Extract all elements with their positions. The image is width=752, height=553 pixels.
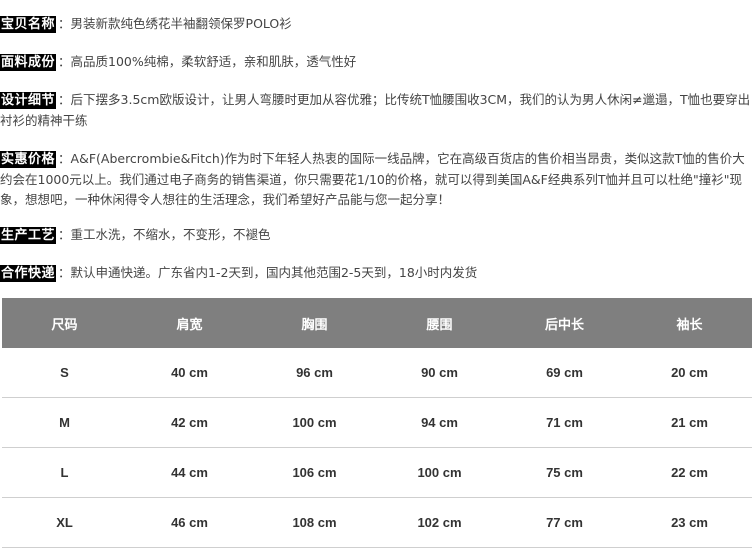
header-chest: 胸围 — [252, 298, 377, 348]
cell-back-length: 75 cm — [502, 447, 627, 498]
label-product-name: 宝贝名称 — [0, 16, 57, 33]
separator: ： — [58, 151, 71, 166]
value-fabric: 高品质100%纯棉，柔软舒适，亲和肌肤，透气性好 — [70, 54, 357, 69]
label-process: 生产工艺 — [0, 227, 57, 244]
header-size: 尺码 — [2, 298, 127, 348]
table-row: XL 46 cm 108 cm 102 cm 77 cm 23 cm — [2, 497, 752, 548]
value-price: A&F(Abercrombie&Fitch)作为时下年轻人热衷的国际一线品牌，它… — [0, 151, 745, 207]
cell-waist: 90 cm — [377, 348, 502, 398]
size-table: 尺码 肩宽 胸围 腰围 后中长 袖长 S 40 cm 96 cm 90 cm 6… — [2, 298, 752, 548]
value-shipping: 默认申通快递。广东省内1-2天到，国内其他范围2-5天到，18小时内发货 — [70, 265, 478, 280]
separator: ： — [58, 92, 71, 107]
cell-sleeve: 22 cm — [627, 447, 752, 498]
info-row-product-name: 宝贝名称 ：男装新款纯色绣花半袖翻领保罗POLO衫 — [0, 14, 752, 35]
info-row-shipping: 合作快递 ：默认申通快递。广东省内1-2天到，国内其他范围2-5天到，18小时内发… — [0, 263, 752, 284]
cell-shoulder: 40 cm — [127, 348, 252, 398]
header-back-length: 后中长 — [502, 298, 627, 348]
table-row: L 44 cm 106 cm 100 cm 75 cm 22 cm — [2, 447, 752, 498]
cell-sleeve: 21 cm — [627, 397, 752, 448]
cell-size: S — [2, 348, 127, 398]
cell-sleeve: 20 cm — [627, 348, 752, 398]
cell-size: M — [2, 397, 127, 448]
separator: ： — [58, 54, 71, 69]
cell-chest: 106 cm — [252, 447, 377, 498]
cell-waist: 100 cm — [377, 447, 502, 498]
header-waist: 腰围 — [377, 298, 502, 348]
cell-shoulder: 42 cm — [127, 397, 252, 448]
cell-shoulder: 44 cm — [127, 447, 252, 498]
value-design-details: 后下摆多3.5cm欧版设计，让男人弯腰时更加从容优雅；比传统T恤腰围收3CM，我… — [0, 92, 751, 128]
cell-sleeve: 23 cm — [627, 497, 752, 548]
size-table-header: 尺码 肩宽 胸围 腰围 后中长 袖长 — [2, 298, 752, 348]
info-row-design-details: 设计细节 ：后下摆多3.5cm欧版设计，让男人弯腰时更加从容优雅；比传统T恤腰围收… — [0, 90, 752, 131]
cell-size: L — [2, 447, 127, 498]
cell-size: XL — [2, 497, 127, 548]
header-shoulder: 肩宽 — [127, 298, 252, 348]
info-row-process: 生产工艺 ：重工水洗，不缩水，不变形，不褪色 — [0, 225, 752, 246]
cell-chest: 108 cm — [252, 497, 377, 548]
label-price: 实惠价格 — [0, 151, 57, 168]
cell-back-length: 69 cm — [502, 348, 627, 398]
label-shipping: 合作快递 — [0, 265, 57, 282]
label-fabric: 面料成份 — [0, 54, 57, 71]
info-row-fabric: 面料成份 ：高品质100%纯棉，柔软舒适，亲和肌肤，透气性好 — [0, 52, 752, 73]
cell-shoulder: 46 cm — [127, 497, 252, 548]
table-row: S 40 cm 96 cm 90 cm 69 cm 20 cm — [2, 348, 752, 398]
info-row-price: 实惠价格 ：A&F(Abercrombie&Fitch)作为时下年轻人热衷的国际一… — [0, 149, 752, 210]
value-product-name: 男装新款纯色绣花半袖翻领保罗POLO衫 — [70, 16, 292, 31]
cell-back-length: 71 cm — [502, 397, 627, 448]
table-row: M 42 cm 100 cm 94 cm 71 cm 21 cm — [2, 397, 752, 448]
cell-back-length: 77 cm — [502, 497, 627, 548]
cell-chest: 96 cm — [252, 348, 377, 398]
separator: ： — [58, 265, 71, 280]
value-process: 重工水洗，不缩水，不变形，不褪色 — [70, 227, 271, 242]
separator: ： — [58, 227, 71, 242]
header-sleeve: 袖长 — [627, 298, 752, 348]
cell-waist: 94 cm — [377, 397, 502, 448]
cell-chest: 100 cm — [252, 397, 377, 448]
cell-waist: 102 cm — [377, 497, 502, 548]
separator: ： — [58, 16, 71, 31]
label-design-details: 设计细节 — [0, 92, 57, 109]
